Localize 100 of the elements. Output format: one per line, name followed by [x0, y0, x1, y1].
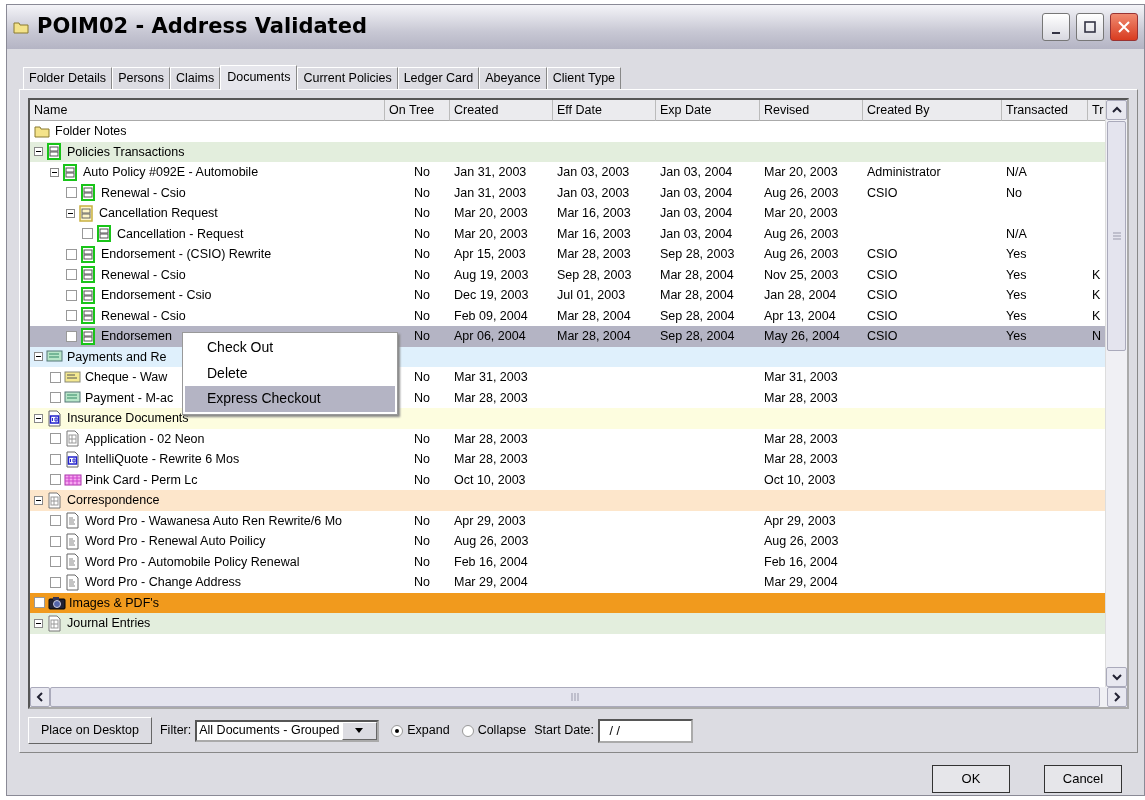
cancel-button[interactable]: Cancel	[1044, 765, 1122, 793]
vertical-scrollbar[interactable]	[1105, 100, 1127, 688]
collapse-toggle[interactable]	[50, 167, 59, 177]
tab[interactable]: Documents	[220, 65, 298, 90]
collapse-toggle[interactable]	[34, 618, 43, 628]
document-name[interactable]: Renewal - Csio	[101, 305, 186, 326]
radio-label[interactable]: Collapse	[477, 721, 527, 740]
column-header[interactable]: Eff Date	[553, 100, 656, 121]
checkbox[interactable]	[66, 330, 77, 342]
collapse-toggle[interactable]	[66, 208, 75, 218]
menu-item[interactable]: Delete	[185, 360, 395, 386]
close-button[interactable]	[1110, 13, 1138, 41]
horizontal-scrollbar[interactable]	[30, 687, 1127, 708]
document-name[interactable]: Cancellation - Request	[117, 223, 244, 244]
tab[interactable]: Ledger Card	[397, 67, 480, 89]
checkbox[interactable]	[50, 535, 61, 547]
scroll-right-icon	[1113, 692, 1121, 703]
tab[interactable]: Persons	[112, 67, 170, 89]
table-cell-text: No	[413, 512, 431, 530]
collapse-toggle[interactable]	[34, 495, 43, 505]
table-cell-text: Aug 26, 2003	[763, 184, 840, 202]
checkbox[interactable]	[50, 556, 61, 568]
checkbox[interactable]	[66, 187, 77, 199]
table-cell-text: K	[1091, 287, 1102, 304]
checkbox[interactable]	[50, 392, 61, 404]
table-cell-text: Jul 01, 2003	[556, 287, 627, 304]
ok-button[interactable]: OK	[932, 765, 1010, 793]
column-header[interactable]: Transacted	[1002, 100, 1088, 121]
table-cell-text: Mar 31, 2003	[763, 369, 839, 386]
table-cell-text: Yes	[1005, 328, 1028, 345]
table-cell-text: Mar 28, 2003	[763, 451, 839, 468]
radio-button[interactable]	[391, 724, 404, 737]
document-name[interactable]: Pink Card - Perm Lc	[85, 469, 198, 490]
column-header[interactable]: Name	[30, 100, 385, 121]
table-cell-text: Sep 28, 2003	[556, 266, 633, 284]
table-cell-text: Sep 28, 2004	[659, 307, 736, 325]
checkbox[interactable]	[50, 515, 61, 527]
table-cell-text: K	[1091, 266, 1102, 284]
tab[interactable]: Client Type	[546, 67, 622, 89]
minimize-button[interactable]	[1042, 13, 1070, 41]
window-title: POIM02 - Address Validated	[37, 13, 367, 41]
document-name[interactable]: Renewal - Csio	[101, 264, 186, 285]
tab[interactable]: Folder Details	[23, 67, 113, 89]
document-name[interactable]: Cheque - Waw	[85, 367, 168, 388]
checkbox[interactable]	[82, 228, 93, 240]
menu-item[interactable]: Check Out	[185, 335, 395, 361]
card-icon	[64, 368, 82, 386]
form-icon	[62, 163, 80, 181]
document-name[interactable]: Word Pro - Automobile Policy Renewal	[85, 551, 300, 572]
column-header[interactable]: Revised	[760, 100, 863, 121]
document-name[interactable]: Auto Policy #092E - Automobile	[83, 162, 259, 183]
checkbox[interactable]	[66, 269, 77, 281]
checkbox[interactable]	[50, 371, 61, 383]
column-header[interactable]: Created By	[863, 100, 1002, 121]
document-name[interactable]: Cancellation Request	[99, 203, 218, 224]
start-date-field[interactable]: / /	[598, 718, 694, 743]
table-cell-text: Yes	[1005, 246, 1028, 263]
document-name[interactable]: Endorsement - Csio	[101, 285, 212, 306]
collapse-toggle[interactable]	[34, 147, 43, 157]
filter-dropdown[interactable]: All Documents - Grouped	[195, 719, 380, 742]
document-icon	[46, 409, 64, 427]
table-cell-text: Mar 20, 2003	[453, 205, 529, 222]
form-icon	[78, 204, 96, 222]
checkbox[interactable]	[50, 453, 61, 465]
checkbox[interactable]	[66, 248, 77, 260]
document-name[interactable]: Renewal - Csio	[101, 182, 186, 203]
tab[interactable]: Abeyance	[479, 67, 547, 89]
checkbox[interactable]	[66, 310, 77, 322]
document-name[interactable]: Word Pro - Change Address	[85, 572, 242, 593]
table-cell-text: No	[413, 205, 431, 222]
checkbox[interactable]	[34, 597, 45, 609]
table-cell-text: Mar 28, 2004	[556, 328, 632, 345]
checkbox[interactable]	[66, 289, 77, 301]
document-name[interactable]: Endorsement - (CSIO) Rewrite	[101, 244, 272, 265]
place-on-desktop-button[interactable]: Place on Desktop	[28, 717, 152, 744]
document-name[interactable]: Folder Notes	[55, 121, 127, 142]
tab[interactable]: Current Policies	[297, 67, 398, 89]
document-name[interactable]: Word Pro - Wawanesa Auto Ren Rewrite/6 Mo	[85, 510, 343, 531]
column-header[interactable]: Exp Date	[656, 100, 760, 121]
column-header[interactable]: Tr	[1088, 100, 1105, 121]
menu-item[interactable]: Express Checkout	[185, 386, 395, 412]
maximize-button[interactable]	[1076, 13, 1104, 41]
column-header[interactable]: Created	[450, 100, 553, 121]
scroll-left-icon	[36, 692, 44, 703]
document-name[interactable]: IntelliQuote - Rewrite 6 Mos	[85, 449, 240, 470]
collapse-toggle[interactable]	[34, 413, 43, 423]
document-name[interactable]: Application - 02 Neon	[85, 428, 205, 449]
column-header[interactable]: On Tree	[385, 100, 450, 121]
collapse-toggle[interactable]	[34, 352, 43, 362]
radio-label[interactable]: Expand	[407, 721, 450, 740]
checkbox[interactable]	[50, 474, 61, 486]
document-icon	[46, 614, 64, 632]
form-icon	[80, 245, 98, 263]
document-name[interactable]: Word Pro - Renewal Auto Poilicy	[85, 531, 266, 552]
checkbox[interactable]	[50, 576, 61, 588]
tab[interactable]: Claims	[170, 67, 221, 89]
document-name[interactable]: Payment - M-ac	[85, 387, 174, 408]
table-cell-text: Yes	[1005, 266, 1028, 284]
radio-button[interactable]	[461, 724, 474, 737]
checkbox[interactable]	[50, 433, 61, 445]
